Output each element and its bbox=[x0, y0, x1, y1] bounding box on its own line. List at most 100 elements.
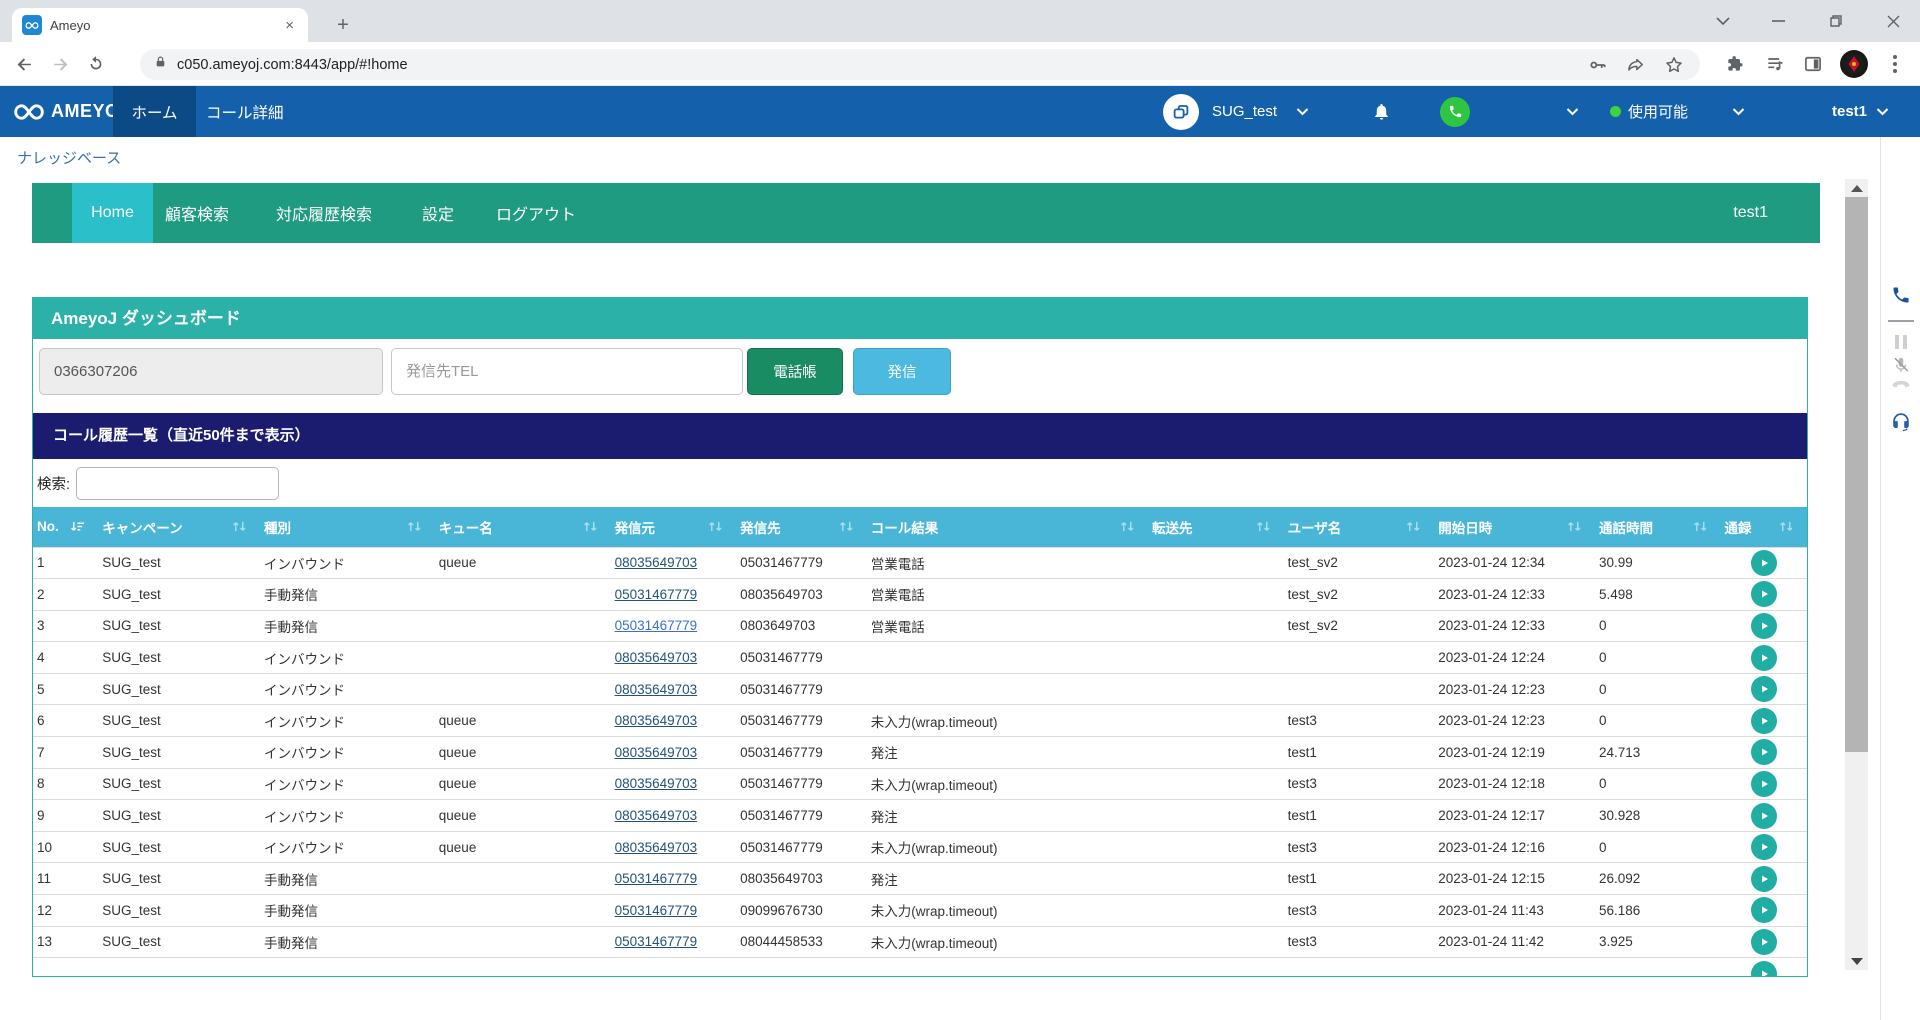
user-chevron-icon[interactable] bbox=[1876, 86, 1889, 137]
rail-call-phone-icon[interactable] bbox=[1881, 285, 1920, 305]
green-nav-logout[interactable]: ログアウト bbox=[496, 183, 576, 243]
notifications-bell-icon[interactable] bbox=[1372, 86, 1391, 137]
green-nav-history-search[interactable]: 対応履歴検索 bbox=[276, 183, 372, 243]
campaign-name[interactable]: SUG_test bbox=[1212, 86, 1277, 137]
play-recording-button[interactable] bbox=[1751, 581, 1777, 607]
play-recording-button[interactable] bbox=[1751, 897, 1777, 923]
column-header-user[interactable]: ユーザ名 bbox=[1284, 507, 1435, 547]
campaign-chevron-icon[interactable] bbox=[1296, 86, 1309, 137]
caller-number-link[interactable]: 05031467779 bbox=[615, 871, 698, 886]
play-recording-button[interactable] bbox=[1751, 613, 1777, 639]
sort-both-icon[interactable] bbox=[1692, 520, 1709, 533]
status-chevron-icon[interactable] bbox=[1732, 86, 1745, 137]
rail-mute-mic-icon[interactable] bbox=[1881, 356, 1920, 374]
sort-both-icon[interactable] bbox=[406, 520, 423, 533]
extensions-puzzle-icon[interactable] bbox=[1722, 51, 1748, 77]
address-bar[interactable]: c050.ameyoj.com:8443/app/#!home bbox=[140, 49, 1700, 80]
rail-pause-icon[interactable] bbox=[1881, 334, 1920, 350]
play-recording-button[interactable] bbox=[1751, 803, 1777, 829]
sort-both-icon[interactable] bbox=[582, 520, 599, 533]
sort-both-icon[interactable] bbox=[707, 520, 724, 533]
column-header-duration[interactable]: 通話時間 bbox=[1595, 507, 1721, 547]
green-nav-home[interactable]: Home bbox=[72, 183, 153, 243]
caller-number-link[interactable]: 08035649703 bbox=[615, 650, 698, 665]
call-button[interactable]: 発信 bbox=[853, 348, 951, 395]
play-recording-button[interactable] bbox=[1751, 929, 1777, 955]
sort-both-icon[interactable] bbox=[1566, 520, 1583, 533]
play-recording-button[interactable] bbox=[1751, 866, 1777, 892]
column-header-datetime[interactable]: 開始日時 bbox=[1434, 507, 1595, 547]
tab-close-icon[interactable]: × bbox=[281, 17, 298, 34]
nav-tab-call-detail[interactable]: コール詳細 bbox=[206, 86, 284, 137]
page-scrollbar[interactable] bbox=[1845, 179, 1868, 970]
sort-both-icon[interactable] bbox=[1255, 520, 1272, 533]
caller-number-link[interactable]: 08035649703 bbox=[615, 745, 698, 760]
caller-number-link[interactable]: 08035649703 bbox=[615, 713, 698, 728]
caller-number-link[interactable]: 08035649703 bbox=[615, 682, 698, 697]
caller-number-link[interactable]: 05031467779 bbox=[615, 934, 698, 949]
caller-number-link[interactable]: 08035649703 bbox=[615, 555, 698, 570]
rail-hangup-icon[interactable] bbox=[1881, 379, 1920, 391]
window-chevron-icon[interactable] bbox=[1708, 6, 1738, 36]
column-header-queue[interactable]: キュー名 bbox=[435, 507, 611, 547]
history-search-input[interactable] bbox=[76, 467, 279, 500]
play-recording-button[interactable] bbox=[1751, 834, 1777, 860]
sort-both-icon[interactable] bbox=[838, 520, 855, 533]
user-menu-name[interactable]: test1 bbox=[1832, 86, 1867, 137]
sort-active-icon[interactable] bbox=[69, 520, 86, 533]
play-recording-button[interactable] bbox=[1751, 771, 1777, 797]
browser-tab[interactable]: Ameyo × bbox=[12, 8, 308, 42]
window-minimize-button[interactable] bbox=[1763, 6, 1793, 36]
nav-tab-home[interactable]: ホーム bbox=[113, 86, 196, 137]
column-header-record[interactable]: 通録 bbox=[1721, 507, 1807, 547]
caller-number-link[interactable]: 05031467779 bbox=[615, 903, 698, 918]
share-icon[interactable] bbox=[1624, 53, 1648, 77]
url-text[interactable]: c050.ameyoj.com:8443/app/#!home bbox=[177, 57, 1572, 73]
media-controls-icon[interactable] bbox=[1762, 51, 1788, 77]
play-recording-button[interactable] bbox=[1751, 676, 1777, 702]
caller-number-link[interactable]: 08035649703 bbox=[615, 840, 698, 855]
side-panel-icon[interactable] bbox=[1800, 51, 1826, 77]
caller-number-link[interactable]: 08035649703 bbox=[615, 776, 698, 791]
column-header-from[interactable]: 発信元 bbox=[611, 507, 737, 547]
password-key-icon[interactable] bbox=[1586, 53, 1610, 77]
destination-tel-input[interactable] bbox=[391, 348, 743, 395]
caller-number-link[interactable]: 05031467779 bbox=[615, 587, 698, 602]
browser-menu-dots-icon[interactable] bbox=[1882, 51, 1908, 77]
play-recording-button[interactable] bbox=[1751, 645, 1777, 671]
green-nav-settings[interactable]: 設定 bbox=[422, 183, 454, 243]
profile-avatar[interactable] bbox=[1840, 50, 1868, 78]
phone-status-icon[interactable] bbox=[1440, 86, 1470, 137]
green-nav-customer-search[interactable]: 顧客検索 bbox=[165, 183, 229, 243]
scrollbar-thumb[interactable] bbox=[1845, 197, 1868, 752]
play-recording-button[interactable] bbox=[1751, 961, 1777, 977]
play-recording-button[interactable] bbox=[1751, 550, 1777, 576]
window-close-button[interactable] bbox=[1878, 6, 1908, 36]
column-header-campaign[interactable]: キャンペーン bbox=[98, 507, 260, 547]
scrollbar-up-arrow-icon[interactable] bbox=[1845, 179, 1868, 197]
window-restore-button[interactable] bbox=[1820, 6, 1850, 36]
column-header-type[interactable]: 種別 bbox=[260, 507, 435, 547]
sort-both-icon[interactable] bbox=[231, 520, 248, 533]
play-recording-button[interactable] bbox=[1751, 739, 1777, 765]
caller-number-link[interactable]: 05031467779 bbox=[615, 618, 698, 633]
column-header-result[interactable]: コール結果 bbox=[867, 507, 1148, 547]
column-header-no[interactable]: No. bbox=[33, 507, 98, 547]
availability-status[interactable]: 使用可能 bbox=[1628, 86, 1688, 137]
sort-both-icon[interactable] bbox=[1119, 520, 1136, 533]
knowledge-base-link[interactable]: ナレッジベース bbox=[17, 147, 121, 168]
column-header-transfer[interactable]: 転送先 bbox=[1148, 507, 1284, 547]
column-header-to[interactable]: 発信先 bbox=[736, 507, 867, 547]
phonebook-button[interactable]: 電話帳 bbox=[747, 348, 843, 395]
extension-chevron-icon[interactable] bbox=[1566, 86, 1579, 137]
caller-number-link[interactable]: 08035649703 bbox=[615, 808, 698, 823]
campaign-icon[interactable] bbox=[1163, 86, 1199, 137]
sort-both-icon[interactable] bbox=[1778, 520, 1795, 533]
forward-icon[interactable] bbox=[48, 52, 72, 76]
rail-headset-icon[interactable] bbox=[1881, 411, 1920, 433]
play-recording-button[interactable] bbox=[1751, 708, 1777, 734]
reload-icon[interactable] bbox=[84, 52, 108, 76]
bookmark-star-icon[interactable] bbox=[1662, 53, 1686, 77]
new-tab-button[interactable]: + bbox=[330, 12, 356, 38]
scrollbar-down-arrow-icon[interactable] bbox=[1845, 952, 1868, 970]
